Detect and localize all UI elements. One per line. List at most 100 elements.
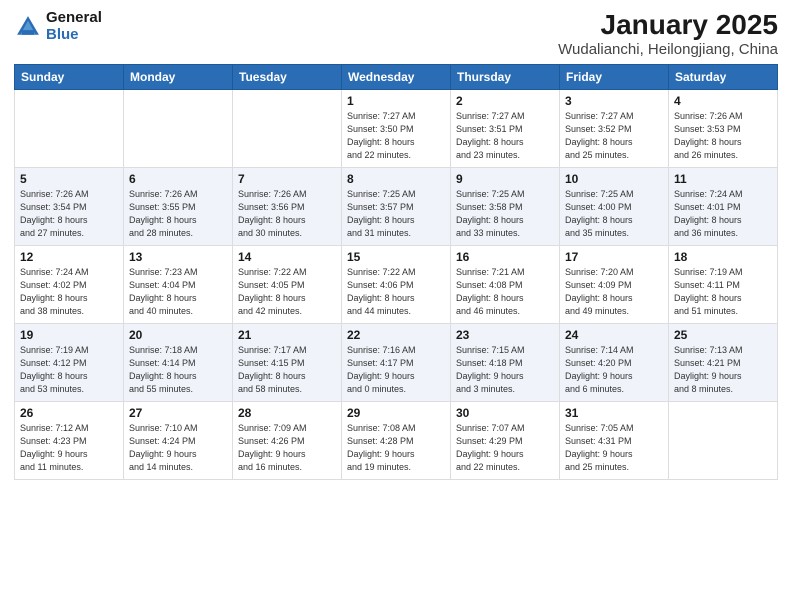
table-row: 30 Sunrise: 7:07 AM Sunset: 4:29 PM Dayli… [451, 401, 560, 479]
day-info: Sunrise: 7:24 AM Sunset: 4:01 PM Dayligh… [674, 188, 772, 240]
table-row: 6 Sunrise: 7:26 AM Sunset: 3:55 PM Daylig… [124, 167, 233, 245]
day-info: Sunrise: 7:13 AM Sunset: 4:21 PM Dayligh… [674, 344, 772, 396]
day-number: 26 [20, 406, 118, 420]
day-info: Sunrise: 7:27 AM Sunset: 3:51 PM Dayligh… [456, 110, 554, 162]
calendar-week-5: 26 Sunrise: 7:12 AM Sunset: 4:23 PM Dayli… [15, 401, 778, 479]
day-info: Sunrise: 7:24 AM Sunset: 4:02 PM Dayligh… [20, 266, 118, 318]
table-row: 9Sunrise: 7:25 AM Sunset: 3:58 PM Daylig… [451, 167, 560, 245]
table-row: 17Sunrise: 7:20 AM Sunset: 4:09 PM Dayli… [560, 245, 669, 323]
table-row: 23Sunrise: 7:15 AM Sunset: 4:18 PM Dayli… [451, 323, 560, 401]
day-number: 3 [565, 94, 663, 108]
table-row: 24 Sunrise: 7:14 AM Sunset: 4:20 PM Dayli… [560, 323, 669, 401]
day-number: 16 [456, 250, 554, 264]
table-row: 19 Sunrise: 7:19 AM Sunset: 4:12 PM Dayli… [15, 323, 124, 401]
day-info: Sunrise: 7:22 AM Sunset: 4:06 PM Dayligh… [347, 266, 445, 318]
table-row: 18 Sunrise: 7:19 AM Sunset: 4:11 PM Dayli… [669, 245, 778, 323]
table-row: 16 Sunrise: 7:21 AM Sunset: 4:08 PM Dayli… [451, 245, 560, 323]
day-number: 19 [20, 328, 118, 342]
day-info: Sunrise: 7:21 AM Sunset: 4:08 PM Dayligh… [456, 266, 554, 318]
day-number: 24 [565, 328, 663, 342]
table-row: 29 Sunrise: 7:08 AM Sunset: 4:28 PM Dayli… [342, 401, 451, 479]
day-info: Sunrise: 7:12 AM Sunset: 4:23 PM Dayligh… [20, 422, 118, 474]
day-number: 6 [129, 172, 227, 186]
day-number: 29 [347, 406, 445, 420]
table-row [669, 401, 778, 479]
table-row: 20 Sunrise: 7:18 AM Sunset: 4:14 PM Dayli… [124, 323, 233, 401]
day-number: 11 [674, 172, 772, 186]
day-number: 15 [347, 250, 445, 264]
day-info: Sunrise: 7:25 AM Sunset: 4:00 PM Dayligh… [565, 188, 663, 240]
header-monday: Monday [124, 64, 233, 89]
day-info: Sunrise: 7:22 AM Sunset: 4:05 PM Dayligh… [238, 266, 336, 318]
day-info: Sunrise: 7:10 AM Sunset: 4:24 PM Dayligh… [129, 422, 227, 474]
table-row: 12 Sunrise: 7:24 AM Sunset: 4:02 PM Dayli… [15, 245, 124, 323]
day-number: 9 [456, 172, 554, 186]
day-info: Sunrise: 7:26 AM Sunset: 3:54 PM Dayligh… [20, 188, 118, 240]
logo: General Blue [14, 10, 102, 43]
table-row: 2 Sunrise: 7:27 AM Sunset: 3:51 PM Daylig… [451, 89, 560, 167]
day-info: Sunrise: 7:25 AM Sunset: 3:57 PM Dayligh… [347, 188, 445, 240]
day-number: 8 [347, 172, 445, 186]
table-row: 15 Sunrise: 7:22 AM Sunset: 4:06 PM Dayli… [342, 245, 451, 323]
calendar-table: Sunday Monday Tuesday Wednesday Thursday… [14, 64, 778, 480]
calendar-subtitle: Wudalianchi, Heilongjiang, China [558, 41, 778, 58]
table-row: 10 Sunrise: 7:25 AM Sunset: 4:00 PM Dayli… [560, 167, 669, 245]
day-info: Sunrise: 7:18 AM Sunset: 4:14 PM Dayligh… [129, 344, 227, 396]
day-number: 28 [238, 406, 336, 420]
calendar-week-1: 1Sunrise: 7:27 AM Sunset: 3:50 PM Daylig… [15, 89, 778, 167]
day-info: Sunrise: 7:09 AM Sunset: 4:26 PM Dayligh… [238, 422, 336, 474]
day-number: 27 [129, 406, 227, 420]
page-container: General Blue January 2025 Wudalianchi, H… [0, 0, 792, 490]
header-thursday: Thursday [451, 64, 560, 89]
header-tuesday: Tuesday [233, 64, 342, 89]
logo-blue: Blue [46, 27, 102, 44]
table-row: 28 Sunrise: 7:09 AM Sunset: 4:26 PM Dayli… [233, 401, 342, 479]
table-row: 13 Sunrise: 7:23 AM Sunset: 4:04 PM Dayli… [124, 245, 233, 323]
day-number: 14 [238, 250, 336, 264]
header-sunday: Sunday [15, 64, 124, 89]
calendar-week-4: 19 Sunrise: 7:19 AM Sunset: 4:12 PM Dayli… [15, 323, 778, 401]
day-info: Sunrise: 7:08 AM Sunset: 4:28 PM Dayligh… [347, 422, 445, 474]
calendar-title: January 2025 [558, 10, 778, 41]
day-number: 2 [456, 94, 554, 108]
day-number: 5 [20, 172, 118, 186]
logo-general: General [46, 10, 102, 27]
table-row: 3Sunrise: 7:27 AM Sunset: 3:52 PM Daylig… [560, 89, 669, 167]
day-number: 12 [20, 250, 118, 264]
calendar-header-row: Sunday Monday Tuesday Wednesday Thursday… [15, 64, 778, 89]
table-row: 22Sunrise: 7:16 AM Sunset: 4:17 PM Dayli… [342, 323, 451, 401]
day-info: Sunrise: 7:19 AM Sunset: 4:11 PM Dayligh… [674, 266, 772, 318]
logo-text: General Blue [46, 10, 102, 43]
day-info: Sunrise: 7:26 AM Sunset: 3:53 PM Dayligh… [674, 110, 772, 162]
header-wednesday: Wednesday [342, 64, 451, 89]
table-row: 4Sunrise: 7:26 AM Sunset: 3:53 PM Daylig… [669, 89, 778, 167]
day-info: Sunrise: 7:14 AM Sunset: 4:20 PM Dayligh… [565, 344, 663, 396]
calendar-week-3: 12 Sunrise: 7:24 AM Sunset: 4:02 PM Dayli… [15, 245, 778, 323]
day-number: 20 [129, 328, 227, 342]
day-info: Sunrise: 7:26 AM Sunset: 3:55 PM Dayligh… [129, 188, 227, 240]
table-row [233, 89, 342, 167]
day-info: Sunrise: 7:16 AM Sunset: 4:17 PM Dayligh… [347, 344, 445, 396]
logo-icon [14, 13, 42, 41]
day-number: 30 [456, 406, 554, 420]
day-number: 18 [674, 250, 772, 264]
table-row [124, 89, 233, 167]
day-number: 10 [565, 172, 663, 186]
day-number: 1 [347, 94, 445, 108]
day-info: Sunrise: 7:05 AM Sunset: 4:31 PM Dayligh… [565, 422, 663, 474]
day-number: 25 [674, 328, 772, 342]
day-info: Sunrise: 7:23 AM Sunset: 4:04 PM Dayligh… [129, 266, 227, 318]
day-info: Sunrise: 7:19 AM Sunset: 4:12 PM Dayligh… [20, 344, 118, 396]
day-number: 13 [129, 250, 227, 264]
table-row [15, 89, 124, 167]
header-saturday: Saturday [669, 64, 778, 89]
table-row: 25 Sunrise: 7:13 AM Sunset: 4:21 PM Dayli… [669, 323, 778, 401]
day-info: Sunrise: 7:17 AM Sunset: 4:15 PM Dayligh… [238, 344, 336, 396]
table-row: 7Sunrise: 7:26 AM Sunset: 3:56 PM Daylig… [233, 167, 342, 245]
day-info: Sunrise: 7:15 AM Sunset: 4:18 PM Dayligh… [456, 344, 554, 396]
table-row: 5 Sunrise: 7:26 AM Sunset: 3:54 PM Daylig… [15, 167, 124, 245]
day-info: Sunrise: 7:20 AM Sunset: 4:09 PM Dayligh… [565, 266, 663, 318]
day-info: Sunrise: 7:26 AM Sunset: 3:56 PM Dayligh… [238, 188, 336, 240]
table-row: 11 Sunrise: 7:24 AM Sunset: 4:01 PM Dayli… [669, 167, 778, 245]
day-info: Sunrise: 7:07 AM Sunset: 4:29 PM Dayligh… [456, 422, 554, 474]
